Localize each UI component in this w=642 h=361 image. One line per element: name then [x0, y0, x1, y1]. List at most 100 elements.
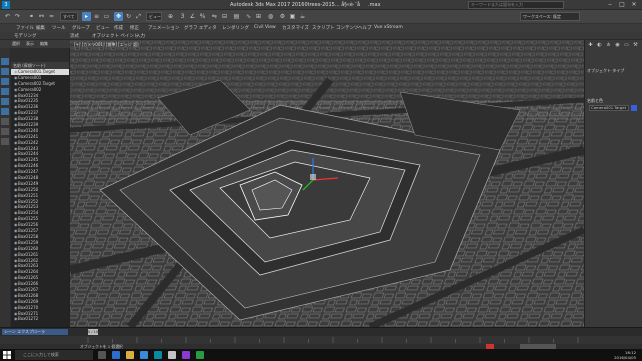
scene-list-header[interactable]: 名前 (昇順ソート) — [11, 62, 69, 69]
app-icon[interactable]: 3 — [2, 1, 10, 9]
menu-group[interactable]: グループ — [72, 25, 90, 31]
3dsmax-taskbar-icon[interactable] — [154, 351, 162, 359]
scene-item-label: Box01248 — [18, 175, 39, 181]
camera-viewport[interactable]: [+] [カメラ001] [標準] [エッジ 面] — [70, 40, 584, 327]
menu-views[interactable]: ビュー — [96, 25, 110, 31]
rotate-icon[interactable]: ↻ — [124, 12, 133, 21]
app-icon-5[interactable] — [168, 351, 176, 359]
task-view-icon[interactable] — [98, 351, 106, 359]
schematic-icon[interactable]: ⊞ — [254, 12, 263, 21]
menu-rendering[interactable]: レンダリング — [222, 25, 249, 31]
ribbon-tab-freeform[interactable]: 流式 — [70, 33, 79, 39]
display-tab-icon[interactable]: ▭ — [623, 42, 630, 49]
filter-cameras-icon[interactable] — [1, 88, 9, 95]
scene-item-label: Box01253 — [18, 204, 39, 210]
title-bar: 3 Autodesk 3ds Max 2017 20160trees-2015.… — [0, 0, 642, 10]
bind-icon[interactable]: ≈ — [47, 12, 56, 21]
scene-item-label: Box01255 — [18, 216, 39, 222]
filter-helpers-icon[interactable] — [1, 98, 9, 105]
object-type-rollout[interactable]: オブジェクト タイプ — [587, 68, 641, 74]
close-icon[interactable]: ✕ — [628, 0, 640, 10]
scene-item-label: Box01259 — [18, 239, 39, 245]
layer-icon[interactable]: ▤ — [232, 12, 241, 21]
link-icon[interactable]: ⚭ — [27, 12, 36, 21]
filter-spacewarps-icon[interactable] — [1, 108, 9, 115]
material-editor-icon[interactable]: ◍ — [266, 12, 275, 21]
move-icon[interactable]: ✥ — [114, 12, 123, 21]
menu-file[interactable]: ファイル — [16, 25, 34, 31]
filter-bones-icon[interactable] — [1, 138, 9, 145]
selection-filter[interactable]: すべて — [60, 12, 78, 21]
track-bar[interactable] — [0, 336, 642, 344]
motion-tab-icon[interactable]: ◉ — [614, 42, 621, 49]
undo-icon[interactable]: ↶ — [3, 12, 12, 21]
menu-civil-view[interactable]: Civil View — [254, 25, 276, 30]
select-by-name-icon[interactable]: ≡ — [92, 12, 101, 21]
menu-modifiers[interactable]: 修正 — [130, 25, 139, 31]
unlink-icon[interactable]: ⚯ — [37, 12, 46, 21]
app-icon-7[interactable] — [196, 351, 204, 359]
utilities-tab-icon[interactable]: ⚒ — [632, 42, 639, 49]
time-slider-thumb[interactable]: 0 / 100 — [88, 329, 98, 335]
time-slider[interactable]: シーン エクスプローラ 0 / 100 — [0, 327, 642, 336]
filter-lights-icon[interactable] — [1, 78, 9, 85]
scale-icon[interactable]: ⤢ — [134, 12, 143, 21]
scene-item-label: Camera002.Target — [18, 80, 55, 86]
maximize-icon[interactable]: □ — [616, 0, 628, 10]
pivot-icon[interactable]: ⊕ — [166, 12, 175, 21]
filter-shapes-icon[interactable] — [1, 68, 9, 75]
menu-animation[interactable]: アニメーション — [148, 25, 179, 31]
taskbar-search-input[interactable]: ここに入力して検索 — [15, 350, 93, 360]
menu-graph-editors[interactable]: グラフ エディタ — [184, 25, 217, 31]
align-icon[interactable]: ⊟ — [220, 12, 229, 21]
menu-help[interactable]: ヘルプ — [358, 25, 372, 31]
minimize-icon[interactable]: ‒ — [604, 0, 616, 10]
angle-snap-icon[interactable]: ∠ — [188, 12, 197, 21]
render-icon[interactable]: ☕ — [298, 12, 307, 21]
search-input[interactable]: キーワードまたは語句を入力 — [468, 1, 564, 9]
menu-customize[interactable]: カスタマイズ — [282, 25, 309, 31]
scene-tab-edit[interactable]: 編集 — [40, 41, 48, 47]
scene-tab-display[interactable]: 表示 — [26, 41, 34, 47]
windows-start-icon[interactable] — [3, 351, 11, 359]
scene-explorer-footer[interactable]: シーン エクスプローラ — [2, 329, 68, 335]
menu-scripting[interactable]: スクリプト — [312, 25, 335, 31]
store-icon[interactable] — [140, 351, 148, 359]
workspace-dropdown[interactable]: ワークスペース: 既定 — [520, 12, 580, 21]
ribbon-tab-object-paint[interactable]: オブジェクト ペイント — [92, 33, 138, 39]
select-icon[interactable]: ▸ — [82, 12, 91, 21]
ribbon-tab-modeling[interactable]: モデリング — [14, 33, 37, 39]
modify-tab-icon[interactable]: ◐ — [596, 42, 603, 49]
name-color-rollout[interactable]: 名前と色 — [587, 98, 641, 104]
object-name-field[interactable]: Camera001.Target — [589, 105, 629, 111]
menu-vue-xstream[interactable]: Vue xStream — [374, 25, 403, 30]
app-icon-6[interactable] — [182, 351, 190, 359]
curve-editor-icon[interactable]: ∿ — [244, 12, 253, 21]
menu-content[interactable]: コンテンツ — [336, 25, 359, 31]
render-setup-icon[interactable]: ⚙ — [278, 12, 287, 21]
view-dropdown[interactable]: ビュー — [146, 12, 162, 21]
menu-create[interactable]: 作成 — [114, 25, 123, 31]
hierarchy-tab-icon[interactable]: ⋔ — [605, 42, 612, 49]
percent-snap-icon[interactable]: % — [198, 12, 207, 21]
menu-tools[interactable]: ツール — [52, 25, 66, 31]
taskbar-clock[interactable]: 16:12 2016/04/05 — [614, 350, 636, 360]
filter-geometry-icon[interactable] — [1, 58, 9, 65]
render-frame-icon[interactable]: ▣ — [288, 12, 297, 21]
scene-list-item[interactable]: ◉Box01272 — [11, 316, 69, 322]
filter-xrefs-icon[interactable] — [1, 128, 9, 135]
create-tab-icon[interactable]: ✚ — [587, 42, 594, 49]
redo-icon[interactable]: ↷ — [13, 12, 22, 21]
region-select-icon[interactable]: ▭ — [102, 12, 111, 21]
scene-tab-select[interactable]: 選択 — [12, 41, 20, 47]
ribbon-tab-populate[interactable]: 入力 — [136, 33, 145, 39]
mirror-icon[interactable]: ⇋ — [210, 12, 219, 21]
object-color-swatch[interactable] — [631, 105, 637, 111]
menu-edit[interactable]: 編集 — [36, 25, 45, 31]
scene-item-label: Box01263 — [18, 263, 39, 269]
edge-icon[interactable] — [112, 351, 120, 359]
filter-groups-icon[interactable] — [1, 118, 9, 125]
viewport-label[interactable]: [+] [カメラ001] [標準] [エッジ 面] — [74, 42, 139, 48]
explorer-icon[interactable] — [126, 351, 134, 359]
snap-icon[interactable]: 3 — [178, 12, 187, 21]
